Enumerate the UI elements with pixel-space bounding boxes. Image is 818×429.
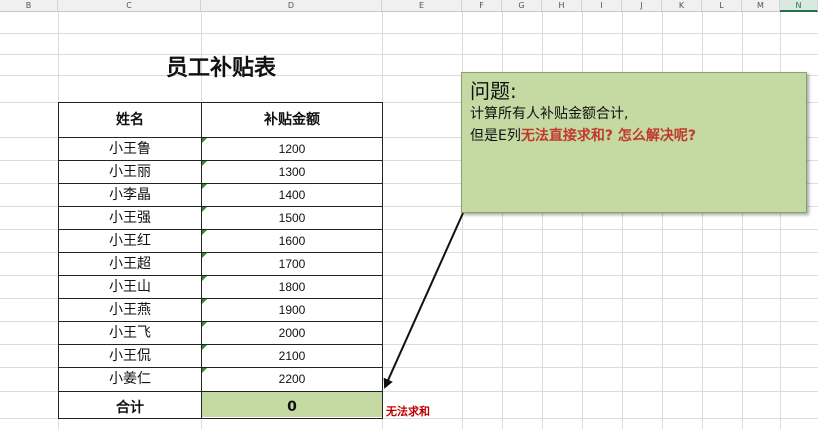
spreadsheet-grid[interactable]: B C D E F G H I J K L M N 员工补贴表 姓名 补贴金额 … bbox=[0, 0, 818, 429]
callout-arrow bbox=[383, 212, 464, 389]
